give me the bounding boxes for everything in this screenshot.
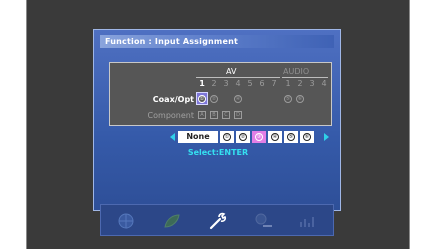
av-column-1[interactable]: 1 <box>197 79 207 89</box>
option-6[interactable]: ⑥ <box>300 131 314 143</box>
av-column-2[interactable]: 2 <box>209 79 219 89</box>
option-1-glyph: ① <box>223 133 231 141</box>
row-label-coax-opt: Coax/Opt <box>152 95 194 104</box>
component-av2-mark[interactable]: B <box>210 111 218 119</box>
option-3[interactable]: ③ <box>252 131 266 143</box>
abc-icon[interactable] <box>253 211 275 231</box>
tv-screen: Function : Input Assignment AV AUDIO 1 2… <box>26 0 410 249</box>
av-group-header: AV <box>226 67 237 76</box>
component-av3-mark[interactable]: C <box>222 111 230 119</box>
globe-icon[interactable] <box>115 211 137 231</box>
audio-column-4[interactable]: 4 <box>319 79 329 89</box>
right-arrow-icon[interactable] <box>324 133 329 141</box>
option-6-glyph: ⑥ <box>303 133 311 141</box>
option-2-glyph: ② <box>239 133 247 141</box>
audio-column-3[interactable]: 3 <box>307 79 317 89</box>
av-column-4[interactable]: 4 <box>233 79 243 89</box>
coax-av4-mark[interactable]: ④ <box>234 95 242 103</box>
component-av1-mark[interactable]: A <box>198 111 206 119</box>
av-column-6[interactable]: 6 <box>257 79 267 89</box>
row-label-component: Component <box>147 111 194 120</box>
panel-title: Function : Input Assignment <box>100 35 334 48</box>
option-2[interactable]: ② <box>236 131 250 143</box>
audio-column-1[interactable]: 1 <box>283 79 293 89</box>
audio-group-header: AUDIO <box>283 67 310 76</box>
option-4[interactable]: ④ <box>268 131 282 143</box>
function-toolbar <box>100 204 334 236</box>
option-3-glyph: ③ <box>255 133 263 141</box>
option-4-glyph: ④ <box>271 133 279 141</box>
option-1[interactable]: ① <box>220 131 234 143</box>
left-arrow-icon[interactable] <box>170 133 175 141</box>
coax-av1-mark[interactable]: ① <box>198 95 206 103</box>
option-5-glyph: ⑤ <box>287 133 295 141</box>
av-header-line <box>196 77 280 78</box>
audio-column-2[interactable]: 2 <box>295 79 305 89</box>
av-column-7[interactable]: 7 <box>269 79 279 89</box>
coax-av2-mark[interactable]: ② <box>210 95 218 103</box>
av-column-3[interactable]: 3 <box>221 79 231 89</box>
av-column-5[interactable]: 5 <box>245 79 255 89</box>
wrench-icon[interactable] <box>207 211 229 231</box>
leaf-icon[interactable] <box>161 211 183 231</box>
coax-audio2-mark[interactable]: ⑥ <box>296 95 304 103</box>
coax-audio1-mark[interactable]: ⑤ <box>284 95 292 103</box>
component-av4-mark[interactable]: D <box>234 111 242 119</box>
signal-icon[interactable] <box>297 211 319 231</box>
select-enter-hint: Select:ENTER <box>187 148 249 157</box>
audio-header-line <box>282 77 328 78</box>
option-none[interactable]: None <box>178 131 218 143</box>
option-5[interactable]: ⑤ <box>284 131 298 143</box>
setup-panel: Function : Input Assignment AV AUDIO 1 2… <box>93 29 341 236</box>
assignment-table: AV AUDIO 1 2 3 4 5 6 7 1 2 3 4 Coax/Opt … <box>109 62 332 126</box>
